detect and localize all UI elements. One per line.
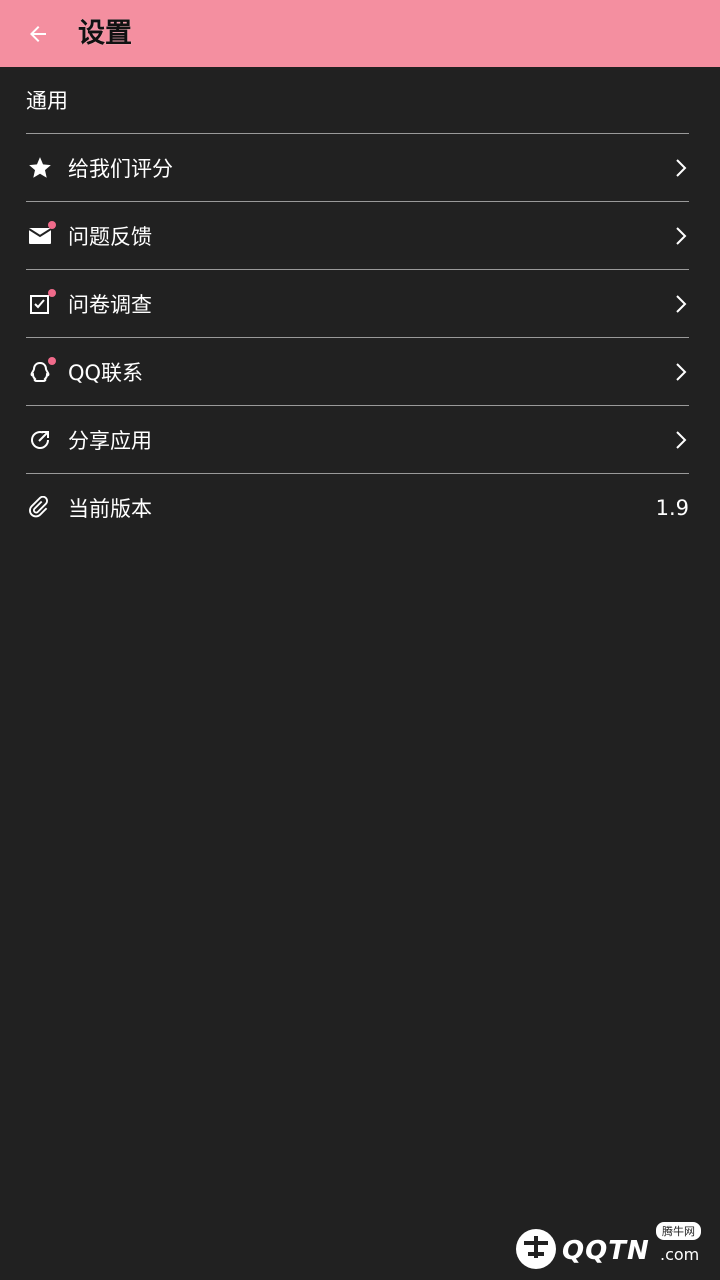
notification-dot (48, 356, 56, 365)
watermark-badge: 腾牛网 (656, 1222, 701, 1240)
row-label: QQ联系 (68, 360, 144, 385)
star-icon (26, 154, 54, 182)
mail-icon (26, 220, 56, 250)
qqtn-watermark: QQTN .com 腾牛网 (510, 1222, 710, 1274)
row-label: 当前版本 (68, 497, 152, 521)
arrow-left-icon (30, 26, 46, 42)
back-button[interactable] (14, 10, 62, 58)
watermark-brand: QQTN (562, 1236, 650, 1266)
notification-dot (48, 288, 56, 297)
qq-icon (26, 356, 56, 386)
row-label: 问卷调查 (68, 292, 152, 317)
settings-list: 通用 给我们评分 问题反馈 问卷调查 QQ联系 分享应用 当前版本 1.9 (26, 67, 689, 542)
qq-contact-row[interactable]: QQ联系 (26, 338, 689, 406)
chevron-right-icon (673, 428, 689, 452)
notification-dot (48, 220, 56, 229)
rate-us-row[interactable]: 给我们评分 (26, 134, 689, 202)
version-value: 1.9 (655, 496, 689, 520)
share-app-row[interactable]: 分享应用 (26, 406, 689, 474)
chevron-right-icon (673, 224, 689, 248)
survey-row[interactable]: 问卷调查 (26, 270, 689, 338)
watermark-domain: .com (660, 1245, 700, 1264)
checkbox-icon (26, 288, 56, 318)
share-icon (26, 426, 54, 454)
version-row: 当前版本 1.9 (26, 474, 689, 542)
row-label: 问题反馈 (68, 224, 152, 249)
bull-logo-icon (516, 1229, 556, 1269)
chevron-right-icon (673, 292, 689, 316)
chevron-right-icon (673, 156, 689, 180)
chevron-right-icon (673, 360, 689, 384)
section-header: 通用 (26, 67, 689, 134)
attachment-icon (26, 494, 54, 522)
feedback-row[interactable]: 问题反馈 (26, 202, 689, 270)
row-label: 分享应用 (68, 428, 152, 453)
page-title: 设置 (78, 18, 132, 49)
app-bar: 设置 (0, 0, 720, 67)
row-label: 给我们评分 (68, 156, 173, 181)
